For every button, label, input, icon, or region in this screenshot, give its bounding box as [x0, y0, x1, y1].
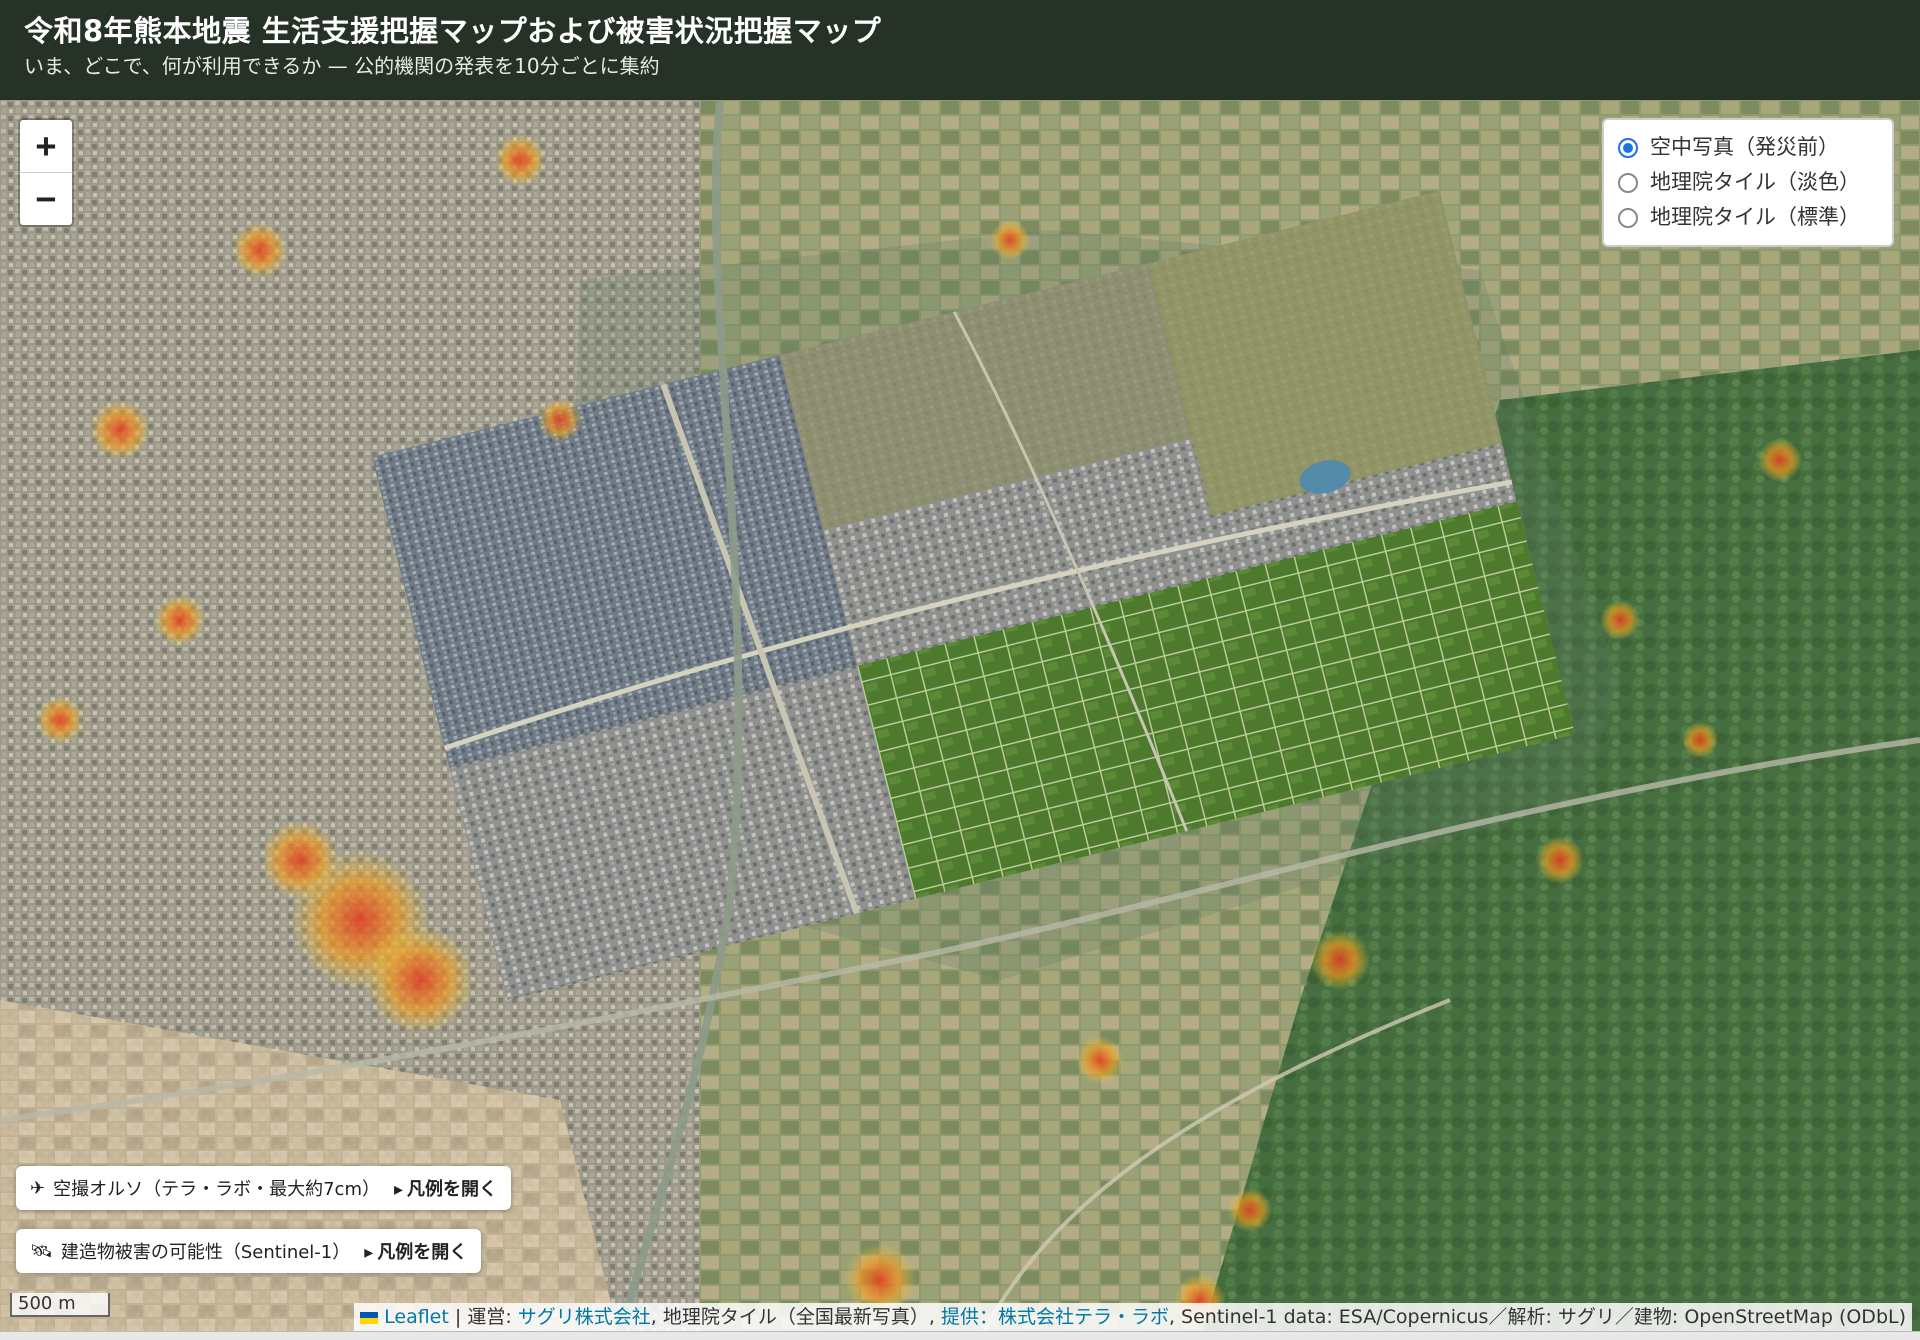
operator-link[interactable]: サグリ株式会社	[518, 1306, 651, 1328]
map-attribution: Leaflet | 運営: サグリ株式会社, 地理院タイル（全国最新写真）, 提…	[354, 1303, 1912, 1331]
layer-option-standard[interactable]: 地理院タイル（標準）	[1618, 200, 1878, 235]
app-header: 令和8年熊本地震 生活支援把握マップおよび被害状況把握マップ いま、どこで、何が…	[0, 0, 1920, 100]
radio-aerial[interactable]	[1618, 137, 1638, 158]
legend-label: 空撮オルソ（テラ・ラボ・最大約7cm）	[53, 1179, 380, 1200]
zoom-control: + −	[18, 118, 74, 227]
page-title: 令和8年熊本地震 生活支援把握マップおよび被害状況把握マップ	[24, 14, 882, 48]
attribution-tiles: , 地理院タイル（全国最新写真）,	[650, 1306, 941, 1328]
attribution-rest: , Sentinel-1 data: ESA/Copernicus／解析: サグ…	[1168, 1306, 1906, 1328]
layer-option-pale[interactable]: 地理院タイル（淡色）	[1618, 165, 1878, 200]
legend-label: 建造物被害の可能性（Sentinel-1）	[60, 1242, 351, 1263]
attribution-operator-prefix: | 運営:	[454, 1306, 518, 1328]
open-legend-button[interactable]: 凡例を開く	[394, 1175, 497, 1201]
page-subtitle: いま、どこで、何が利用できるか — 公的機関の発表を10分ごとに集約	[24, 54, 660, 78]
layer-option-label: 地理院タイル（標準）	[1650, 205, 1860, 229]
layer-option-aerial[interactable]: 空中写真（発災前）	[1618, 130, 1878, 165]
zoom-in-button[interactable]: +	[20, 120, 72, 172]
airplane-icon: ✈	[30, 1177, 46, 1199]
open-legend-button[interactable]: 凡例を開く	[364, 1238, 467, 1264]
ukraine-flag-icon	[360, 1311, 379, 1324]
legend-aerial-ortho: ✈ 空撮オルソ（テラ・ラボ・最大約7cm） 凡例を開く	[16, 1166, 512, 1210]
base-layer-control: 空中写真（発災前） 地理院タイル（淡色） 地理院タイル（標準）	[1602, 118, 1894, 247]
map-canvas[interactable]	[0, 100, 1920, 1339]
scale-bar: 500 m	[10, 1293, 110, 1317]
layer-option-label: 地理院タイル（淡色）	[1650, 170, 1860, 194]
satellite-icon: 🛰	[30, 1240, 53, 1262]
leaflet-link[interactable]: Leaflet	[384, 1306, 449, 1328]
legend-building-damage: 🛰 建造物被害の可能性（Sentinel-1） 凡例を開く	[16, 1229, 482, 1273]
layer-option-label: 空中写真（発災前）	[1650, 135, 1839, 159]
zoom-out-button[interactable]: −	[20, 172, 72, 225]
radio-standard[interactable]	[1618, 207, 1638, 228]
map-imagery	[0, 100, 1920, 1339]
radio-pale[interactable]	[1618, 172, 1638, 193]
provider-link[interactable]: 提供：株式会社テラ・ラボ	[941, 1306, 1169, 1328]
